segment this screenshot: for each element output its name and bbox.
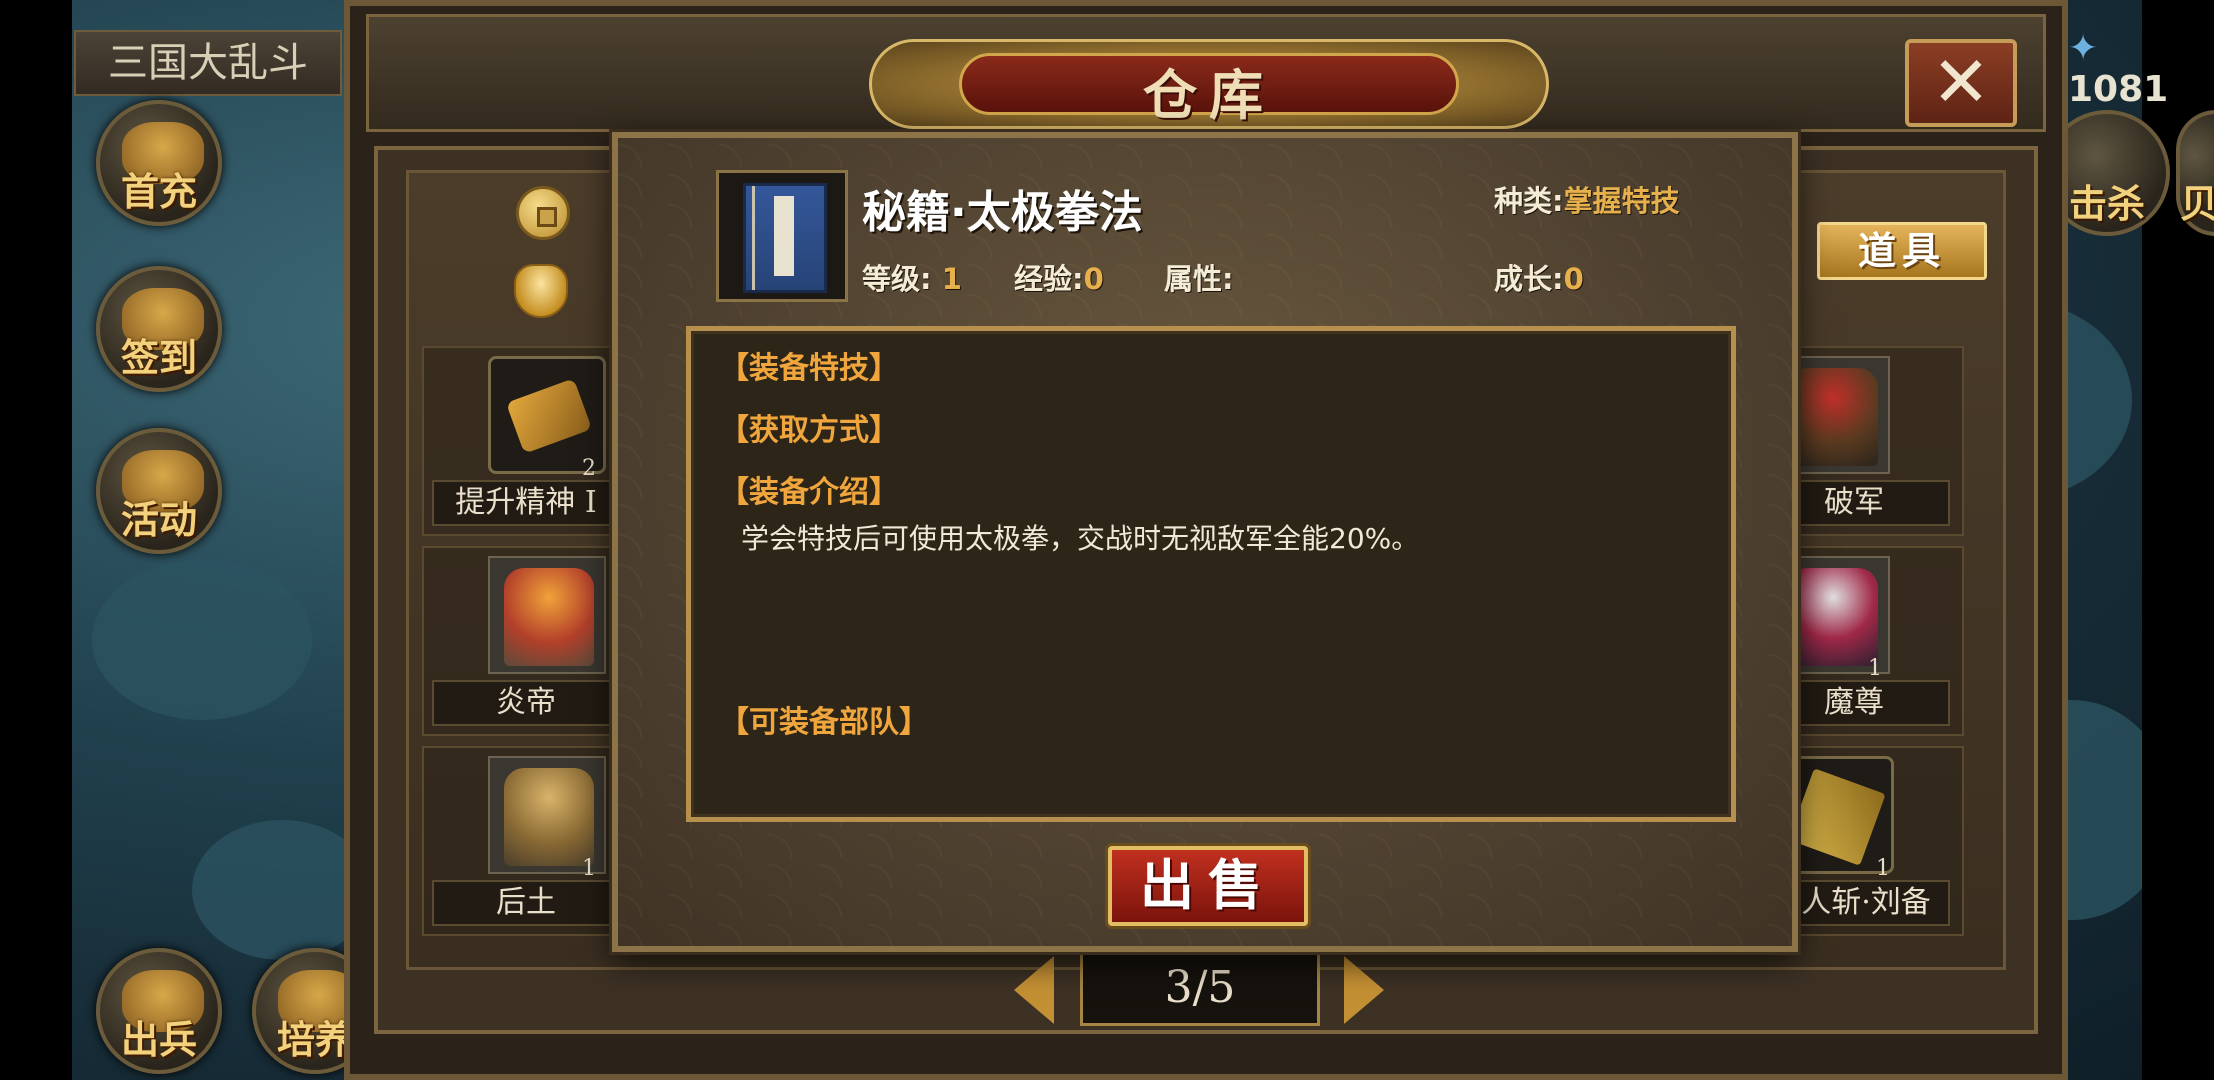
first-recharge-label: 首充	[120, 169, 197, 214]
reward-button[interactable]: 贝	[2176, 110, 2214, 236]
book-icon	[743, 183, 827, 293]
events-label: 活动	[120, 497, 197, 542]
item-exp: 经验:0	[1014, 262, 1104, 296]
item-description-box: 【装备特技】 【获取方式】 【装备介绍】 学会特技后可使用太极拳，交战时无视敌军…	[686, 326, 1736, 822]
deploy-label: 出兵	[120, 1017, 197, 1062]
hero-portrait	[488, 556, 606, 674]
inventory-slot[interactable]: 1 后土	[422, 746, 622, 936]
page-indicator: 3/5	[1080, 950, 1320, 1026]
title-plate: 仓库	[869, 33, 1549, 133]
prev-page-arrow-icon[interactable]	[1014, 956, 1054, 1024]
section-equip-intro: 【装备介绍】	[719, 475, 899, 510]
sign-in-button[interactable]: 签到	[96, 266, 222, 392]
reward-label: 贝	[2180, 181, 2214, 226]
game-title-tab[interactable]: 三国大乱斗	[74, 30, 342, 96]
resource-counter: ✦ 1081	[2068, 28, 2214, 110]
item-category: 种类:掌握特技	[1494, 184, 1680, 218]
section-equip-troops: 【可装备部队】	[719, 705, 929, 740]
section-obtain-method: 【获取方式】	[719, 413, 899, 448]
item-name: 炎帝	[432, 680, 620, 726]
events-button[interactable]: 活动	[96, 428, 222, 554]
copper-coin-icon	[516, 186, 570, 240]
sell-button[interactable]: 出售	[1108, 846, 1308, 926]
inventory-slot[interactable]: 2 提升精神 I	[422, 346, 622, 536]
item-growth: 成长:0	[1494, 262, 1584, 296]
item-level: 等级: 1	[862, 262, 962, 296]
item-detail-icon	[716, 170, 848, 302]
resource-value: 1081	[2068, 69, 2169, 110]
first-recharge-button[interactable]: 首充	[96, 100, 222, 226]
sign-in-label: 签到	[120, 335, 197, 380]
warehouse-title: 仓库	[1143, 63, 1275, 127]
item-name: 后土	[432, 880, 620, 926]
item-detail-popup: 秘籍·太极拳法 种类:掌握特技 等级: 1 经验:0 属性: 成长:0 【装备特…	[612, 132, 1798, 952]
item-name: 提升精神 I	[432, 480, 620, 526]
gold-ingot-icon	[514, 264, 568, 318]
equip-intro-text: 学会特技后可使用太极拳，交战时无视敌军全能20%。	[741, 522, 1420, 555]
item-attribute: 属性:	[1164, 262, 1234, 296]
tab-items[interactable]: 道具	[1817, 222, 1987, 280]
warehouse-header: 仓库 ✕	[366, 14, 2046, 132]
close-button[interactable]: ✕	[1905, 39, 2017, 127]
item-detail-name: 秘籍·太极拳法	[862, 187, 1143, 238]
deploy-button[interactable]: 出兵	[96, 948, 222, 1074]
item-count: 1	[1876, 856, 1890, 881]
inventory-slot[interactable]: 炎帝	[422, 546, 622, 736]
left-letterbox	[0, 0, 72, 1080]
item-count: 2	[582, 456, 596, 481]
item-count: 1	[582, 856, 596, 881]
feather-icon: ✦	[2068, 28, 2099, 69]
next-page-arrow-icon[interactable]	[1344, 956, 1384, 1024]
item-count: 1	[1868, 656, 1882, 681]
section-equip-skill: 【装备特技】	[719, 351, 899, 386]
close-icon: ✕	[1931, 41, 1991, 123]
